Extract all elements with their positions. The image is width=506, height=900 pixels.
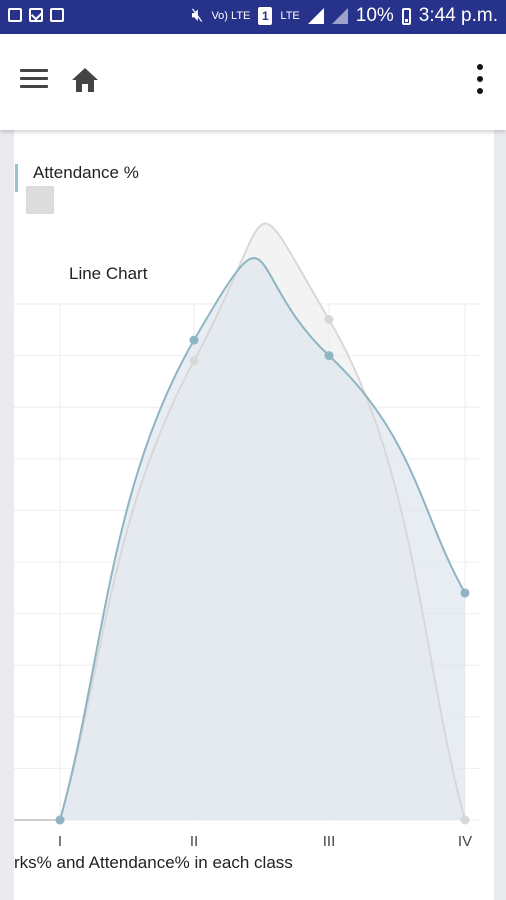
series-1-point-III[interactable] <box>324 314 334 324</box>
line-chart: I II III IV <box>14 222 480 850</box>
x-axis-ticks: I II III IV <box>58 833 472 850</box>
x-tick-label: III <box>323 833 336 850</box>
series-0-point-I[interactable] <box>55 815 65 825</box>
x-tick-label: IV <box>458 833 472 850</box>
x-axis-label: rks% and Attendance% in each class <box>14 853 293 872</box>
x-tick-label: I <box>58 833 62 850</box>
series-0-point-II[interactable] <box>189 335 199 345</box>
series-0-point-IV[interactable] <box>460 588 470 598</box>
hamburger-menu-icon[interactable] <box>20 67 50 91</box>
x-tick-label: II <box>190 833 198 850</box>
app-toolbar <box>0 34 506 130</box>
more-vert-icon[interactable] <box>470 62 490 98</box>
series-1-point-II[interactable] <box>189 356 199 366</box>
series-1-point-IV[interactable] <box>460 815 470 825</box>
series-0-point-III[interactable] <box>324 351 334 361</box>
home-icon[interactable] <box>70 66 100 94</box>
series-area-0 <box>60 258 465 820</box>
